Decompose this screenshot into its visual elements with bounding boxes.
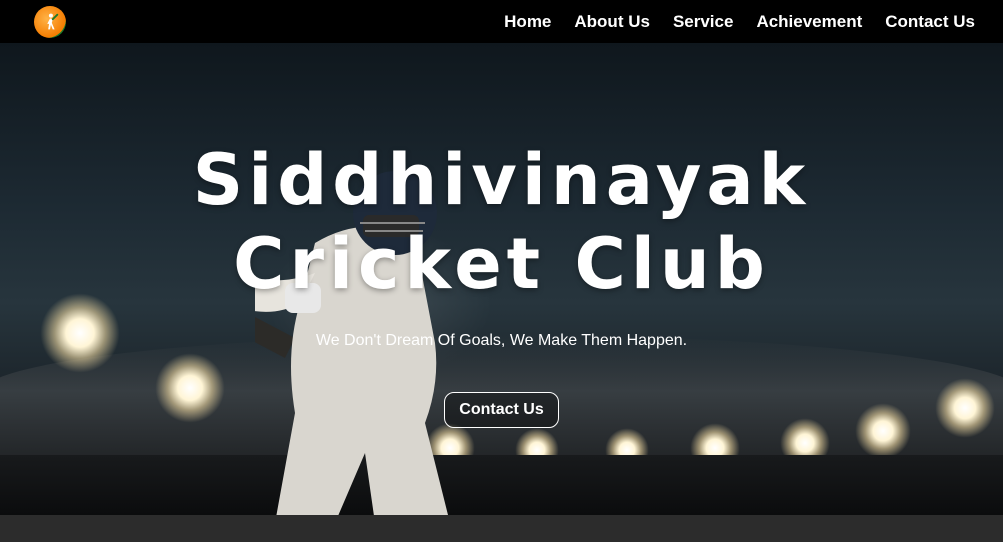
nav-link-service[interactable]: Service (673, 12, 734, 32)
cricket-batsman-icon (47, 13, 59, 29)
hero-section: Siddhivinayak Cricket Club We Don't Drea… (0, 43, 1003, 515)
hero-tagline: We Don't Dream Of Goals, We Make Them Ha… (315, 332, 688, 349)
contact-us-button[interactable]: Contact Us (444, 392, 559, 428)
nav-link-home[interactable]: Home (504, 12, 551, 32)
navbar: Home About Us Service Achievement Contac… (0, 0, 1003, 43)
logo[interactable] (34, 5, 66, 38)
stadium-crowd (0, 455, 1003, 515)
hero-title-line2: Cricket Club (233, 223, 770, 305)
bottom-band (0, 515, 1003, 542)
nav-links: Home About Us Service Achievement Contac… (504, 12, 975, 32)
nav-link-achievement[interactable]: Achievement (756, 12, 862, 32)
hero-content: Siddhivinayak Cricket Club We Don't Drea… (0, 138, 1003, 428)
hero-title-line1: Siddhivinayak (192, 139, 811, 221)
hero-title: Siddhivinayak Cricket Club (0, 138, 1003, 306)
nav-link-contact-us[interactable]: Contact Us (885, 12, 975, 32)
nav-link-about-us[interactable]: About Us (574, 12, 650, 32)
